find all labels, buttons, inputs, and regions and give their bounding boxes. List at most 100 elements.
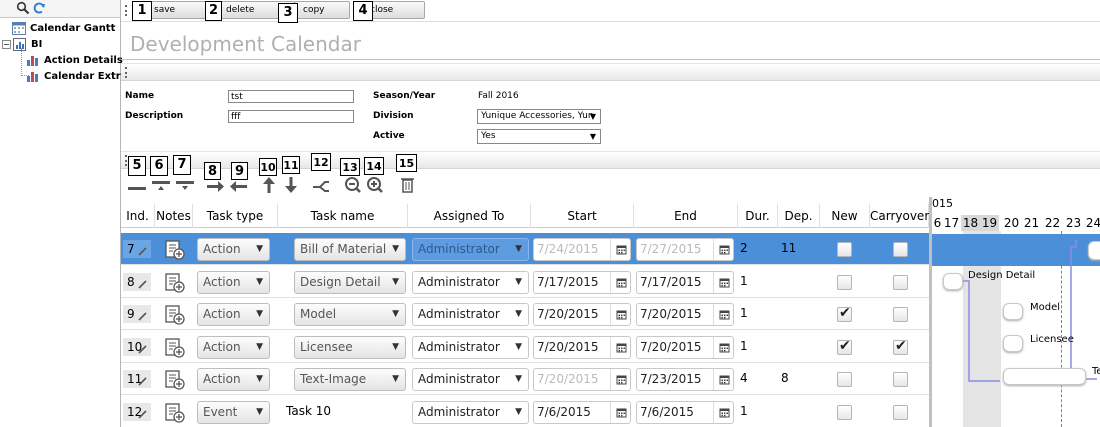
calendar-icon[interactable]	[610, 272, 630, 293]
calendar-icon[interactable]	[713, 337, 733, 358]
notes-icon[interactable]	[164, 239, 186, 264]
table-row[interactable]: 12 Event ▼ Task 10 Administrator ▼ 7/6/2015 7/6…	[121, 396, 929, 427]
add-row-icon[interactable]	[126, 175, 148, 195]
move-up-icon[interactable]	[258, 175, 280, 195]
assigned-to-select[interactable]: Administrator ▼	[412, 368, 529, 391]
edit-pencil-icon[interactable]	[138, 341, 148, 359]
col-header-assigned-to[interactable]: Assigned To	[408, 204, 531, 228]
new-checkbox[interactable]: ✔	[837, 338, 852, 355]
gantt-bar[interactable]	[1088, 241, 1100, 260]
toolbar-grip[interactable]	[125, 5, 127, 16]
col-header-dur[interactable]: Dur.	[738, 204, 778, 228]
task-name-select[interactable]: Bill of Material ▼	[294, 238, 406, 261]
calendar-icon[interactable]	[610, 402, 630, 423]
calendar-icon[interactable]	[610, 304, 630, 325]
table-row[interactable]: 9 Action ▼ Model ▼ Administrator ▼ 7/20/2015 7/2…	[121, 298, 929, 330]
col-header-ind[interactable]: Ind.	[121, 204, 155, 228]
calendar-icon[interactable]	[713, 369, 733, 390]
section-grip[interactable]	[125, 155, 127, 166]
description-field[interactable]	[228, 110, 354, 123]
carryover-checkbox[interactable]	[893, 307, 908, 322]
start-date-field[interactable]: 7/24/2015	[533, 238, 631, 261]
col-header-dep[interactable]: Dep.	[778, 204, 820, 228]
carryover-checkbox[interactable]	[893, 242, 908, 257]
insert-below-icon[interactable]	[174, 175, 196, 195]
calendar-icon[interactable]	[713, 402, 733, 423]
search-icon[interactable]	[16, 1, 30, 18]
active-select[interactable]: Yes ▼	[477, 129, 601, 144]
zoom-out-icon[interactable]	[342, 175, 364, 195]
edit-pencil-icon[interactable]	[138, 276, 148, 294]
division-select[interactable]: Yunique Accessories, Yun ▼	[477, 109, 601, 124]
new-checkbox[interactable]: ✔	[837, 305, 852, 322]
table-row[interactable]: 8 Action ▼ Design Detail ▼ Administrator ▼ 7/17…	[121, 266, 929, 298]
task-name-select[interactable]: Design Detail ▼	[294, 271, 406, 294]
start-date-field[interactable]: 7/17/2015	[533, 271, 631, 294]
end-date-field[interactable]: 7/23/2015	[636, 368, 734, 391]
table-row[interactable]: 11 Action ▼ Text-Image ▼ Administrator ▼ 7/20/2…	[121, 363, 929, 395]
assigned-to-select[interactable]: Administrator ▼	[412, 271, 529, 294]
notes-icon[interactable]	[164, 272, 186, 297]
calendar-icon[interactable]	[610, 239, 630, 260]
section-grip[interactable]	[125, 67, 127, 78]
table-row[interactable]: 10 Action ▼ Licensee ▼ Administrator ▼ 7/20/201…	[121, 331, 929, 363]
edit-pencil-icon[interactable]	[138, 373, 148, 391]
table-row[interactable]: 7 Action ▼ Bill of Material ▼ Administrator ▼ 7…	[121, 233, 929, 265]
assigned-to-select[interactable]: Administrator ▼	[412, 238, 529, 261]
edit-pencil-icon[interactable]	[138, 243, 148, 261]
task-type-select[interactable]: Action ▼	[197, 336, 270, 359]
gantt-bar[interactable]	[1003, 303, 1023, 320]
col-header-notes[interactable]: Notes	[155, 204, 193, 228]
carryover-checkbox[interactable]	[893, 372, 908, 387]
copy-button[interactable]: copy	[294, 1, 350, 19]
notes-icon[interactable]	[164, 304, 186, 329]
col-header-task-name[interactable]: Task name	[278, 204, 408, 228]
name-field[interactable]	[228, 90, 354, 103]
new-checkbox[interactable]	[837, 275, 852, 290]
assigned-to-select[interactable]: Administrator ▼	[412, 303, 529, 326]
gantt-bar[interactable]	[1003, 368, 1086, 385]
edit-pencil-icon[interactable]	[138, 308, 148, 326]
end-date-field[interactable]: 7/20/2015	[636, 303, 734, 326]
gantt-bar[interactable]	[943, 273, 963, 290]
calendar-icon[interactable]	[610, 337, 630, 358]
assigned-to-select[interactable]: Administrator ▼	[412, 336, 529, 359]
col-header-start[interactable]: Start	[531, 204, 634, 228]
calendar-icon[interactable]	[610, 369, 630, 390]
task-name-select[interactable]: Model ▼	[294, 303, 406, 326]
tree-item-action-details[interactable]: Action Details	[26, 52, 123, 68]
refresh-icon[interactable]	[32, 1, 46, 18]
end-date-field[interactable]: 7/6/2015	[636, 401, 734, 424]
new-checkbox[interactable]	[837, 372, 852, 387]
calendar-icon[interactable]	[713, 272, 733, 293]
start-date-field[interactable]: 7/6/2015	[533, 401, 631, 424]
carryover-checkbox[interactable]	[893, 275, 908, 290]
calendar-icon[interactable]	[713, 304, 733, 325]
notes-icon[interactable]	[164, 369, 186, 394]
task-name-select[interactable]: Text-Image ▼	[294, 368, 406, 391]
notes-icon[interactable]	[164, 402, 186, 427]
collapse-icon[interactable]: −	[2, 39, 11, 49]
task-name-select[interactable]: Licensee ▼	[294, 336, 406, 359]
task-type-select[interactable]: Action ▼	[197, 368, 270, 391]
end-date-field[interactable]: 7/17/2015	[636, 271, 734, 294]
end-date-field[interactable]: 7/27/2015	[636, 238, 734, 261]
zoom-in-icon[interactable]	[364, 175, 386, 195]
trash-icon[interactable]	[396, 175, 418, 195]
carryover-checkbox[interactable]: ✔	[893, 338, 908, 355]
task-type-select[interactable]: Event ▼	[197, 401, 270, 424]
start-date-field[interactable]: 7/20/2015	[533, 368, 631, 391]
notes-icon[interactable]	[164, 337, 186, 362]
new-checkbox[interactable]	[837, 405, 852, 420]
assigned-to-select[interactable]: Administrator ▼	[412, 401, 529, 424]
calendar-icon[interactable]	[713, 239, 733, 260]
col-header-task-type[interactable]: Task type	[193, 204, 278, 228]
task-type-select[interactable]: Action ▼	[197, 271, 270, 294]
end-date-field[interactable]: 7/20/2015	[636, 336, 734, 359]
insert-above-icon[interactable]	[150, 175, 172, 195]
task-type-select[interactable]: Action ▼	[197, 238, 270, 261]
new-checkbox[interactable]	[837, 242, 852, 257]
col-header-end[interactable]: End	[634, 204, 738, 228]
edit-pencil-icon[interactable]	[138, 406, 148, 424]
carryover-checkbox[interactable]	[893, 405, 908, 420]
